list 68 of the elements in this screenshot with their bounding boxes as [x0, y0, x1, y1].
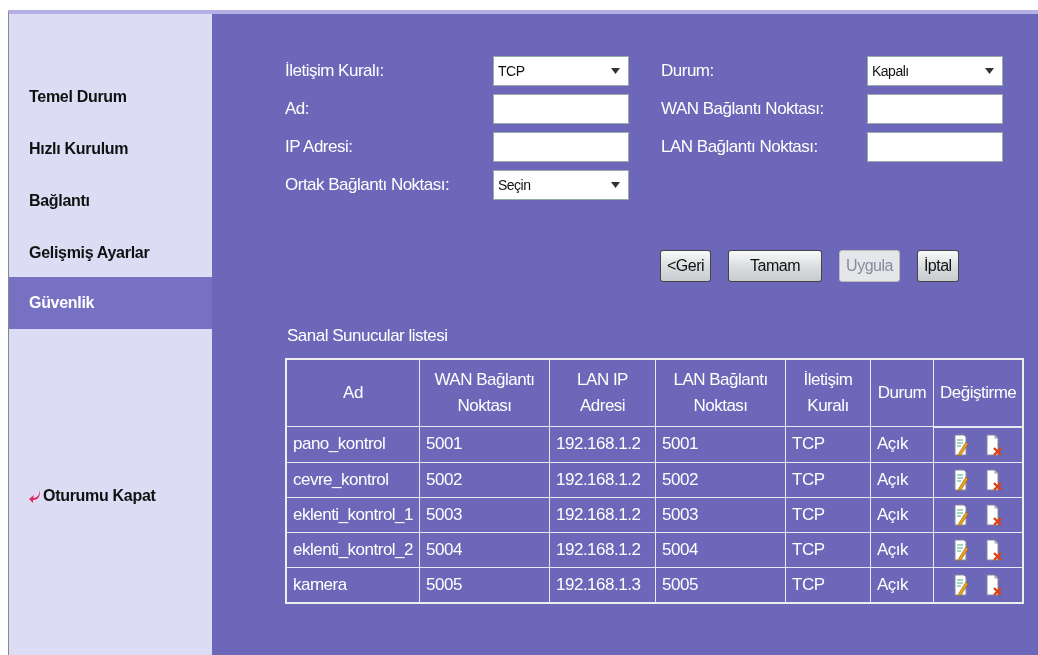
edit-icon[interactable]: [954, 574, 969, 596]
table-cell: 5002: [419, 462, 550, 497]
column-header: İletişim Kuralı: [785, 359, 871, 427]
table-cell: 5003: [419, 497, 550, 532]
field-label: Ad:: [285, 99, 311, 119]
table-cell: Açık: [870, 426, 934, 462]
table-cell: TCP: [785, 426, 871, 462]
column-header: Ad: [286, 359, 420, 427]
table-cell: TCP: [785, 497, 871, 532]
logout-link[interactable]: Oturumu Kapat: [29, 487, 156, 505]
caret-icon: [611, 68, 620, 74]
input-field[interactable]: [867, 94, 1003, 124]
delete-icon[interactable]: [986, 469, 1003, 491]
edit-icon[interactable]: [954, 469, 969, 491]
table-cell: 192.168.1.2: [549, 462, 656, 497]
table-cell: Açık: [870, 497, 934, 532]
column-header: LAN Bağlantı Noktası: [655, 359, 786, 427]
input-field[interactable]: [867, 132, 1003, 162]
input-field[interactable]: [493, 94, 629, 124]
dropdown[interactable]: Seçin: [493, 170, 629, 200]
button[interactable]: <Geri: [660, 250, 712, 282]
sidebar-item[interactable]: Bağlantı: [9, 173, 212, 225]
table-cell: 5001: [655, 426, 786, 462]
input-field[interactable]: [493, 132, 629, 162]
dropdown[interactable]: Kapalı: [867, 56, 1003, 86]
arrow-icon: [29, 489, 41, 503]
table-cell: 5001: [419, 426, 550, 462]
delete-icon[interactable]: [986, 504, 1003, 526]
delete-icon[interactable]: [986, 539, 1003, 561]
delete-icon[interactable]: [986, 574, 1003, 596]
edit-icon[interactable]: [954, 539, 969, 561]
edit-icon[interactable]: [954, 434, 969, 456]
table-cell: 5004: [655, 532, 786, 567]
delete-icon[interactable]: [986, 434, 1003, 456]
field-label: WAN Bağlantı Noktası:: [661, 99, 825, 119]
column-header: Durum: [870, 359, 934, 427]
table-cell: eklenti_kontrol_1: [286, 497, 420, 532]
table-cell: 5003: [655, 497, 786, 532]
field-label: Ortak Bağlantı Noktası:: [285, 175, 451, 195]
table-cell: eklenti_kontrol_2: [286, 532, 420, 567]
caret-icon: [611, 182, 620, 188]
sidebar-item[interactable]: Hızlı Kurulum: [9, 121, 212, 173]
field-label: İletişim Kuralı:: [285, 61, 385, 81]
table-cell: cevre_kontrol: [286, 462, 420, 497]
button[interactable]: İptal: [916, 250, 959, 282]
column-header: WAN Bağlantı Noktası: [419, 359, 550, 427]
table-cell: 192.168.1.2: [549, 426, 656, 462]
caret-icon: [985, 68, 994, 74]
sidebar-item[interactable]: Gelişmiş Ayarlar: [9, 225, 212, 277]
table-cell: pano_kontrol: [286, 426, 420, 462]
edit-icon[interactable]: [954, 504, 969, 526]
table-cell: TCP: [785, 532, 871, 567]
dropdown[interactable]: TCP: [493, 56, 629, 86]
field-label: Durum:: [661, 61, 715, 81]
button[interactable]: Tamam: [728, 250, 823, 282]
field-label: LAN Bağlantı Noktası:: [661, 137, 819, 157]
table-cell: TCP: [785, 462, 871, 497]
sidebar-item[interactable]: Temel Durum: [9, 69, 212, 121]
field-label: IP Adresi:: [285, 137, 354, 157]
sidebar-item[interactable]: Güvenlik: [9, 277, 212, 329]
table-cell: 5002: [655, 462, 786, 497]
table-cell: 192.168.1.2: [549, 497, 656, 532]
table-cell: 192.168.1.2: [549, 532, 656, 567]
column-header: LAN IP Adresi: [549, 359, 656, 427]
table-cell: 5004: [419, 532, 550, 567]
table-cell: Açık: [870, 532, 934, 567]
table-cell: Açık: [870, 462, 934, 497]
table-title: Sanal Sunucular listesi: [287, 326, 449, 346]
